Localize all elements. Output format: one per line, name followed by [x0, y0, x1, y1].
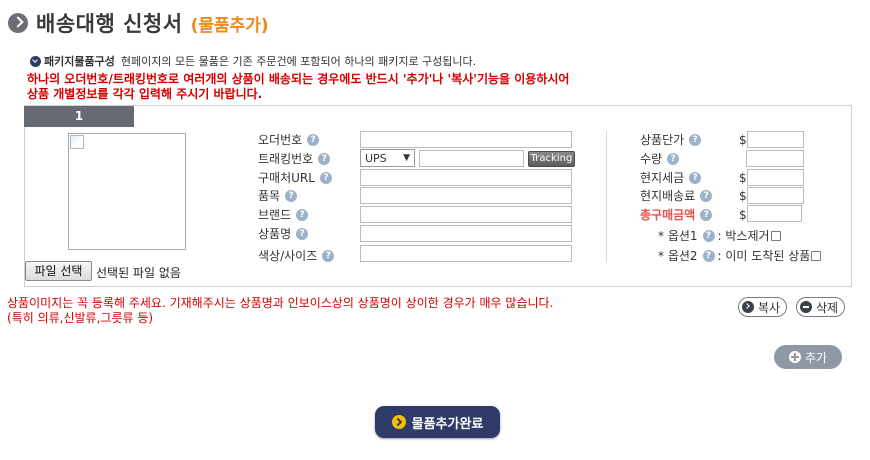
color-size-label-text: 색상/사이즈 [258, 249, 318, 263]
package-info-text: 현페이지의 모든 물품은 기존 주문건에 포함되어 하나의 패키지로 구성됩니다… [120, 55, 477, 68]
order-number-input[interactable] [360, 131, 572, 148]
question-icon[interactable]: ? [285, 189, 298, 202]
circle-arrow-icon [391, 415, 406, 429]
local-tax-label-text: 현지세금 [640, 171, 685, 185]
currency-symbol: $ [739, 208, 747, 222]
option2-checkbox[interactable] [811, 250, 822, 261]
question-icon[interactable]: ? [700, 208, 713, 221]
order-number-label-text: 오더번호 [258, 133, 303, 147]
option2-text: : 이미 도착된 상품 [717, 249, 811, 263]
local-shipping-input[interactable] [747, 187, 804, 204]
question-icon[interactable]: ? [318, 152, 331, 165]
page-header: 배송대행 신청서 (물품추가) [8, 8, 269, 38]
option1-label: * 옵션1 [658, 229, 698, 243]
color-size-input[interactable] [360, 245, 572, 262]
image-notice-line-2: (특히 의류,신발류,그릇류 등) [7, 311, 154, 325]
option1-checkbox[interactable] [770, 230, 781, 241]
product-name-label: 상품명? [258, 225, 309, 242]
question-icon[interactable]: ? [702, 249, 715, 262]
dropdown-arrow-icon: ▼ [403, 153, 410, 163]
purchase-url-label-text: 구매처URL [258, 171, 315, 185]
circle-minus-icon [800, 301, 812, 313]
tracking-number-label: 트래킹번호? [258, 150, 331, 167]
file-status-text: 선택된 파일 없음 [96, 266, 181, 280]
currency-symbol: $ [739, 133, 747, 147]
unit-price-input[interactable] [747, 131, 804, 148]
add-item-button-label: 추가 [804, 350, 828, 365]
item-label-text: 품목 [258, 189, 281, 203]
product-tab-number: 1 [24, 106, 134, 127]
question-icon[interactable]: ? [296, 227, 309, 240]
column-divider [606, 131, 607, 263]
tracking-button[interactable]: Tracking [528, 151, 575, 167]
currency-symbol: $ [739, 171, 747, 185]
question-icon[interactable]: ? [307, 133, 320, 146]
question-icon[interactable]: ? [700, 189, 713, 202]
quantity-input[interactable] [746, 150, 804, 167]
option1-row: * 옵션1? : 박스제거 [658, 227, 781, 244]
circle-arrow-icon [742, 301, 754, 313]
question-icon[interactable]: ? [667, 152, 680, 165]
question-icon[interactable]: ? [296, 208, 309, 221]
question-icon[interactable]: ? [702, 229, 715, 242]
warning-message: 하나의 오더번호/트래킹번호로 여러개의 상품이 배송되는 경우에도 반드시 '… [27, 72, 727, 102]
order-number-label: 오더번호? [258, 131, 320, 148]
package-info: 패키지물품구성 현페이지의 모든 물품은 기존 주문건에 포함되어 하나의 패키… [30, 53, 476, 69]
question-icon[interactable]: ? [319, 171, 332, 184]
delete-button[interactable]: 삭제 [796, 297, 846, 317]
unit-price-label: 상품단가? [640, 131, 702, 148]
delete-button-label: 삭제 [816, 300, 839, 315]
tracking-number-label-text: 트래킹번호 [258, 152, 314, 166]
add-item-button[interactable]: 추가 [774, 345, 842, 369]
copy-button[interactable]: 복사 [738, 297, 788, 317]
question-icon[interactable]: ? [689, 133, 702, 146]
quantity-label-text: 수량 [640, 152, 663, 166]
package-info-label: 패키지물품구성 [44, 55, 115, 68]
local-shipping-label-text: 현지배송료 [640, 189, 696, 203]
currency-symbol: $ [739, 189, 747, 203]
page-subtitle: (물품추가) [190, 15, 269, 36]
option1-text: : 박스제거 [717, 229, 770, 243]
product-name-label-text: 상품명 [258, 227, 292, 241]
file-select-button[interactable]: 파일 선택 [25, 261, 92, 281]
warning-line-1: 하나의 오더번호/트래킹번호로 여러개의 상품이 배송되는 경우에도 반드시 '… [27, 72, 570, 86]
product-image-frame [68, 133, 186, 250]
broken-image-icon [70, 135, 84, 149]
image-notice: 상품이미지는 꼭 등록해 주세요. 기재해주시는 상품명과 인보이스상의 상품명… [7, 296, 553, 326]
local-tax-input[interactable] [747, 169, 804, 186]
total-amount-input[interactable] [747, 205, 802, 222]
carrier-select-value: UPS [365, 151, 387, 165]
option2-label: * 옵션2 [658, 249, 698, 263]
item-label: 품목? [258, 187, 298, 204]
purchase-url-input[interactable] [360, 169, 572, 186]
copy-button-label: 복사 [758, 300, 781, 315]
plus-icon [788, 351, 801, 363]
item-input[interactable] [360, 187, 572, 204]
question-icon[interactable]: ? [322, 249, 335, 262]
option2-row: * 옵션2? : 이미 도착된 상품 [658, 247, 822, 264]
purchase-url-label: 구매처URL? [258, 169, 332, 186]
total-amount-label: 총구매금액? [640, 206, 713, 223]
complete-button-label: 물품추가완료 [411, 416, 484, 432]
tracking-number-input[interactable] [419, 150, 524, 167]
image-notice-line-1: 상품이미지는 꼭 등록해 주세요. 기재해주시는 상품명과 인보이스상의 상품명… [7, 296, 554, 310]
unit-price-label-text: 상품단가 [640, 133, 685, 147]
local-shipping-label: 현지배송료? [640, 187, 713, 204]
question-icon[interactable]: ? [689, 171, 702, 184]
warning-line-2: 상품 개별정보를 각각 입력해 주시기 바랍니다. [27, 87, 263, 101]
complete-button[interactable]: 물품추가완료 [375, 406, 500, 438]
local-tax-label: 현지세금? [640, 169, 702, 186]
quantity-label: 수량? [640, 150, 680, 167]
circle-check-icon [30, 55, 41, 67]
product-name-input[interactable] [360, 225, 572, 242]
total-amount-label-text: 총구매금액 [640, 208, 696, 222]
brand-input[interactable] [360, 206, 572, 223]
carrier-select[interactable]: UPS ▼ [360, 149, 415, 167]
brand-label-text: 브랜드 [258, 208, 292, 222]
brand-label: 브랜드? [258, 206, 309, 223]
circle-arrow-icon [8, 13, 28, 33]
page-title: 배송대행 신청서 [36, 12, 183, 36]
color-size-label: 색상/사이즈? [258, 247, 335, 264]
